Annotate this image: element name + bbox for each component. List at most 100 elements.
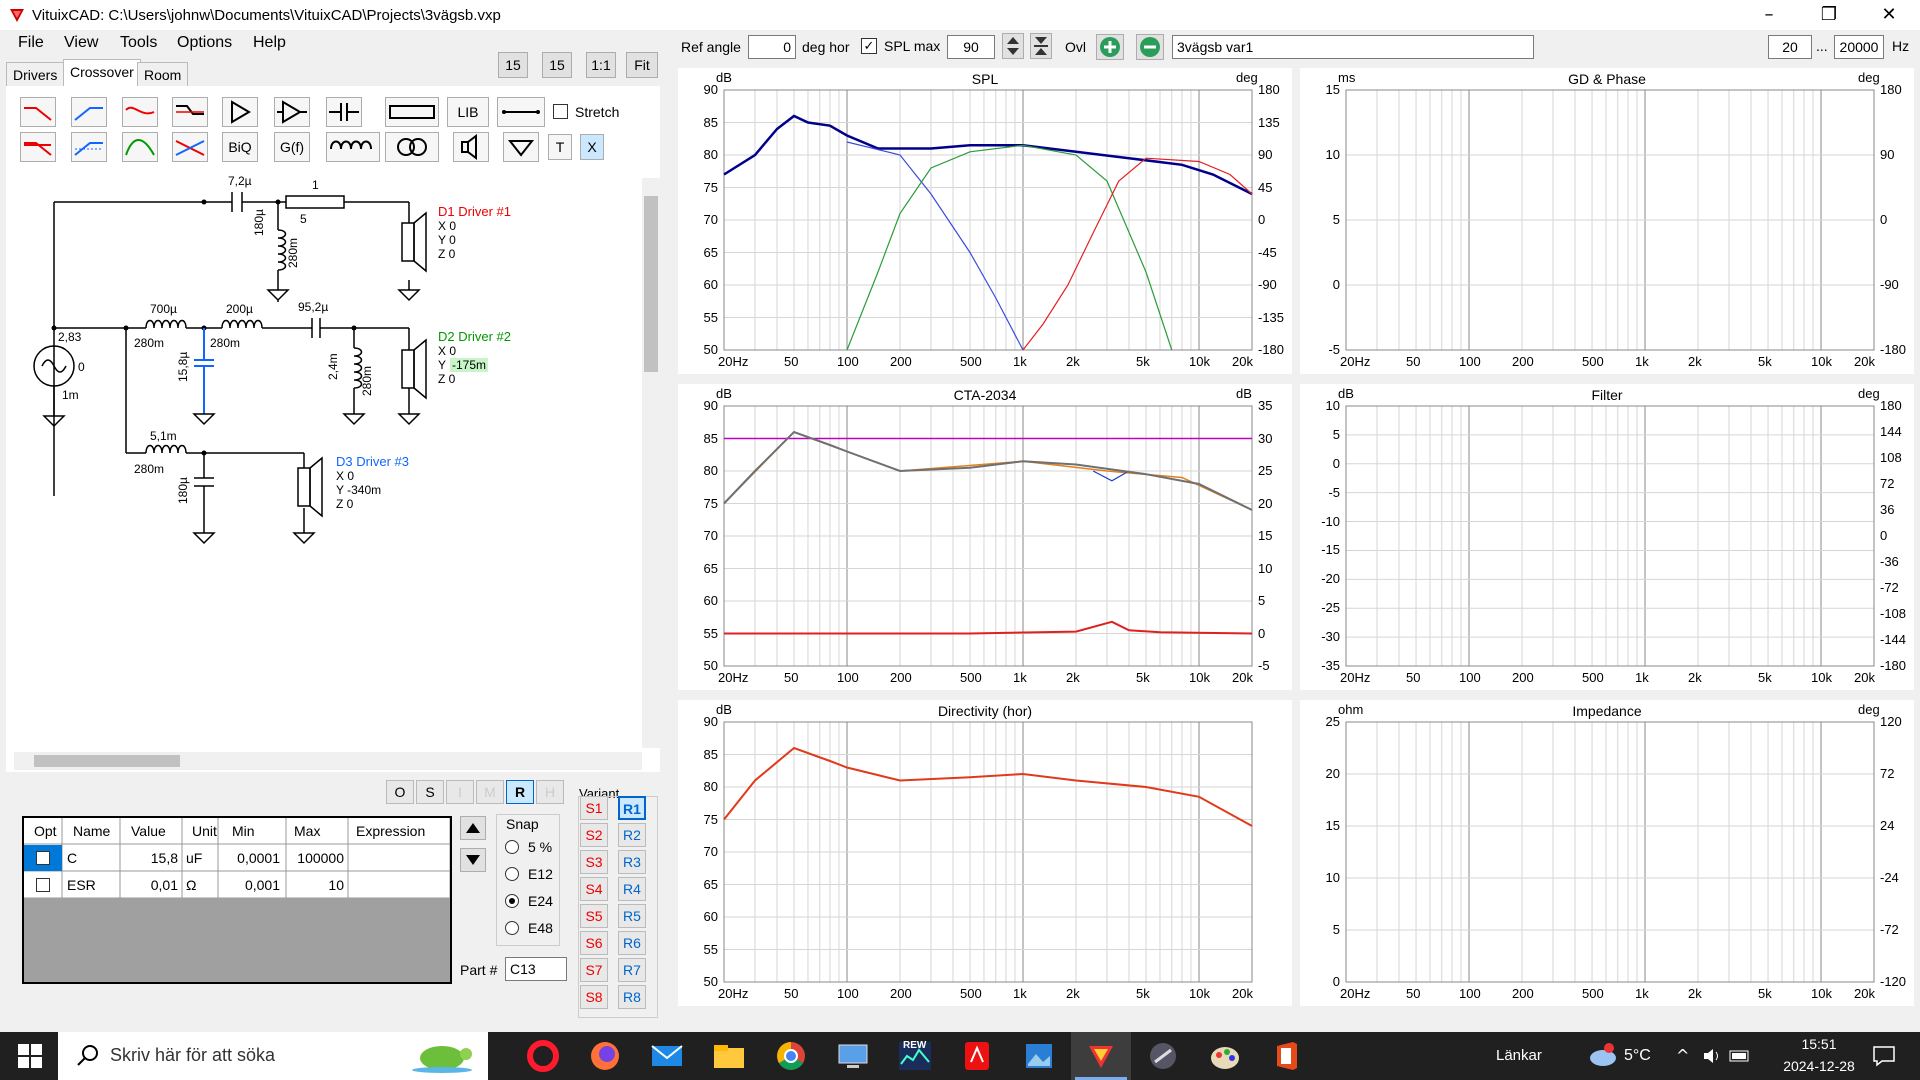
part-i-button[interactable]: I (446, 780, 474, 804)
variant-s4[interactable]: S4 (580, 877, 608, 901)
cell-max[interactable]: 10 (286, 877, 344, 893)
move-down-button[interactable] (460, 848, 486, 872)
cell-unit[interactable]: Ω (186, 877, 196, 893)
menu-view[interactable]: View (64, 34, 98, 52)
part-number-field[interactable]: C13 (505, 957, 567, 981)
imp-plot-panel[interactable]: Impedance ohm deg 25 20 15 10 5 0 120 72 24 -24 -72 -1… (1300, 700, 1914, 1006)
vscroll-thumb[interactable] (644, 196, 658, 372)
clock-date[interactable]: 2024-12-28 (1770, 1058, 1868, 1074)
menu-file[interactable]: File (18, 34, 44, 52)
variant-s3[interactable]: S3 (580, 850, 608, 874)
highpass-1-tool[interactable] (71, 97, 107, 127)
vituixcad-icon[interactable] (1081, 1036, 1121, 1076)
variant-r7[interactable]: R7 (618, 958, 646, 982)
shelf-tool[interactable] (172, 97, 208, 127)
text-tool-button[interactable]: T (548, 134, 572, 160)
freq-low-field[interactable]: 20 (1768, 35, 1812, 59)
cell-unit[interactable]: uF (186, 850, 202, 866)
opt-checkbox-c[interactable] (36, 851, 50, 865)
links-toolbar[interactable]: Länkar (1496, 1047, 1542, 1064)
remote-desktop-icon[interactable] (833, 1036, 873, 1076)
variant-r5[interactable]: R5 (618, 904, 646, 928)
delete-tool-button[interactable]: X (580, 134, 604, 160)
part-o-button[interactable]: O (386, 780, 414, 804)
move-up-button[interactable] (460, 816, 486, 840)
menu-tools[interactable]: Tools (120, 34, 157, 52)
acrobat-icon[interactable] (957, 1036, 997, 1076)
variant-r1[interactable]: R1 (618, 796, 646, 820)
variant-r6[interactable]: R6 (618, 931, 646, 955)
mail-icon[interactable] (647, 1036, 687, 1076)
close-button[interactable]: ✕ (1866, 0, 1912, 30)
wire-tool[interactable] (497, 97, 545, 127)
notch-tool[interactable] (172, 132, 208, 162)
file-explorer-icon[interactable] (709, 1036, 749, 1076)
gf-button[interactable]: G(f) (274, 132, 310, 162)
snap-radio-e48[interactable] (505, 921, 519, 935)
minimize-button[interactable]: – (1746, 0, 1792, 30)
variant-s5[interactable]: S5 (580, 904, 608, 928)
part-r-button[interactable]: R (506, 780, 534, 804)
biquad-button[interactable]: BiQ (222, 132, 258, 162)
notifications-icon[interactable] (1872, 1044, 1896, 1072)
bandpass-tool[interactable] (122, 97, 158, 127)
dir-plot-panel[interactable]: Directivity (hor) dB 90 85 80 75 70 65 60 55 50 20H… (678, 700, 1292, 1006)
chrome-icon[interactable] (771, 1036, 811, 1076)
freq-high-field[interactable]: 20000 (1834, 35, 1884, 59)
cell-min[interactable]: 0,0001 (218, 850, 280, 866)
remove-overlay-button[interactable] (1136, 34, 1164, 60)
cell-max[interactable]: 100000 (286, 850, 344, 866)
buffer-tool[interactable] (222, 97, 258, 127)
paint-icon[interactable] (1205, 1036, 1245, 1076)
office-icon[interactable] (1267, 1036, 1307, 1076)
zoom-1to1-button[interactable]: 1:1 (586, 52, 616, 78)
spl-plot-panel[interactable]: SPL dB deg 90 85 80 75 70 65 60 55 50 180 135 90 45 0 -45… (678, 68, 1292, 374)
d1-name[interactable]: D1 Driver #1 (438, 204, 511, 219)
variant-s2[interactable]: S2 (580, 823, 608, 847)
cta-plot-panel[interactable]: CTA-2034 dB dB 90 85 80 75 70 65 60 55 50 35 30 25 20 15… (678, 384, 1292, 690)
part-m-button[interactable]: M (476, 780, 504, 804)
ground-tool[interactable] (503, 132, 539, 162)
variant-s6[interactable]: S6 (580, 931, 608, 955)
highpass-2-tool[interactable] (71, 132, 107, 162)
variant-s1[interactable]: S1 (580, 796, 608, 820)
cell-min[interactable]: 0,001 (218, 877, 280, 893)
snap-radio-5[interactable] (505, 840, 519, 854)
lib-button[interactable]: LIB (447, 97, 489, 127)
cell-name[interactable]: ESR (67, 877, 96, 893)
zoom-a-button[interactable]: 15 (498, 52, 528, 78)
gd-plot-panel[interactable]: GD & Phase ms deg 15 10 5 0 -5 180 90 0 -90 -180 20Hz… (1300, 68, 1914, 374)
variant-r3[interactable]: R3 (618, 850, 646, 874)
stretch-checkbox[interactable] (553, 104, 568, 119)
menu-help[interactable]: Help (253, 34, 286, 52)
tab-crossover[interactable]: Crossover (63, 59, 141, 86)
spl-auto-button[interactable] (1030, 33, 1052, 59)
variant-s8[interactable]: S8 (580, 985, 608, 1009)
snap-radio-e12[interactable] (505, 867, 519, 881)
spl-updown-button[interactable] (1002, 33, 1024, 59)
variant-r2[interactable]: R2 (618, 823, 646, 847)
capacitor-tool[interactable] (326, 97, 362, 127)
variant-s7[interactable]: S7 (580, 958, 608, 982)
firefox-icon[interactable] (585, 1036, 625, 1076)
restore-button[interactable]: ❐ (1806, 0, 1852, 30)
opt-checkbox-esr[interactable] (36, 878, 50, 892)
spl-max-checkbox[interactable]: ✓ (861, 38, 877, 54)
variant-name-field[interactable]: 3vägsb var1 (1172, 35, 1534, 59)
spl-max-field[interactable]: 90 (947, 35, 995, 59)
snap-radio-e24[interactable] (505, 894, 519, 908)
cell-value[interactable]: 0,01 (120, 877, 178, 893)
lowpass-1-tool[interactable] (20, 97, 56, 127)
battery-icon[interactable] (1728, 1046, 1752, 1070)
volume-icon[interactable] (1702, 1046, 1722, 1070)
zoom-b-button[interactable]: 15 (542, 52, 572, 78)
cell-value[interactable]: 15,8 (120, 850, 178, 866)
opamp-tool[interactable] (274, 97, 310, 127)
part-h-button[interactable]: H (536, 780, 564, 804)
zoom-fit-button[interactable]: Fit (626, 52, 658, 78)
start-button[interactable] (18, 1044, 42, 1072)
weather-temp[interactable]: 5°C (1624, 1047, 1651, 1065)
bandpass-2-tool[interactable] (122, 132, 158, 162)
part-s-button[interactable]: S (416, 780, 444, 804)
opera-icon[interactable] (523, 1036, 563, 1076)
